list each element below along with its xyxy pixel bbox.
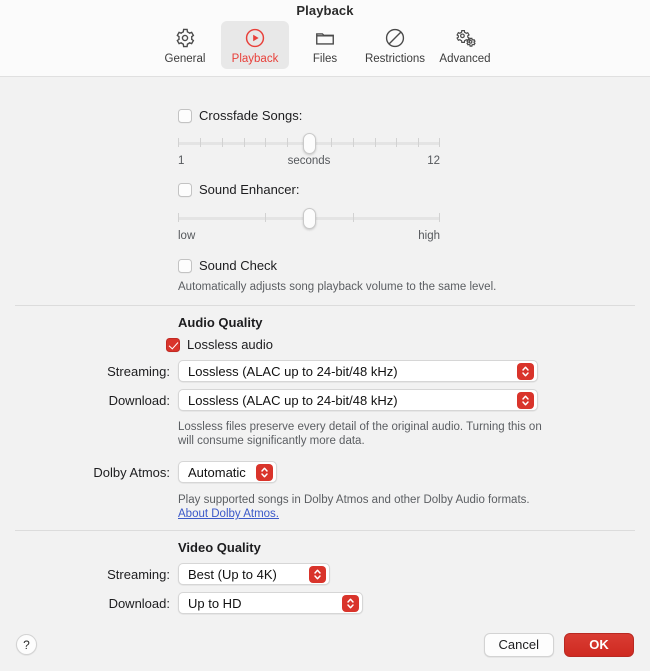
sound-check-checkbox-row[interactable]: Sound Check: [178, 258, 650, 273]
tab-files[interactable]: Files: [291, 21, 359, 69]
tab-restrictions[interactable]: Restrictions: [361, 21, 429, 69]
audio-quality-heading-row: Audio Quality: [0, 315, 650, 330]
sound-check-checkbox[interactable]: [178, 258, 192, 273]
audio-download-label: Download:: [108, 392, 170, 408]
lossless-audio-label: Lossless audio: [187, 337, 273, 352]
tab-advanced[interactable]: Advanced: [431, 21, 499, 69]
video-download-label: Download:: [108, 595, 170, 611]
crossfade-min-label: 1: [178, 155, 185, 167]
crossfade-unit-label: seconds: [287, 155, 331, 167]
crossfade-slider[interactable]: [178, 133, 440, 154]
sound-enhancer-checkbox[interactable]: [178, 182, 192, 197]
window-title: Playback: [296, 3, 354, 18]
about-dolby-atmos-link[interactable]: About Dolby Atmos.: [178, 508, 650, 520]
lossless-description-row: Lossless files preserve every detail of …: [0, 420, 650, 448]
video-streaming-label: Streaming:: [107, 566, 170, 582]
dolby-atmos-value: Automatic: [188, 464, 246, 480]
help-button[interactable]: ?: [16, 634, 37, 655]
folder-icon: [314, 25, 336, 51]
sound-enhancer-label: Sound Enhancer:: [199, 182, 300, 197]
tab-playback-label: Playback: [231, 53, 279, 65]
play-circle-icon: [244, 25, 266, 51]
sound-enhancer-slider-thumb[interactable]: [302, 208, 316, 229]
lossless-audio-checkbox-row[interactable]: Lossless audio: [166, 337, 650, 352]
dolby-atmos-row: Dolby Atmos: Automatic: [0, 461, 650, 483]
audio-streaming-popup[interactable]: Lossless (ALAC up to 24-bit/48 kHz): [178, 360, 538, 382]
dolby-atmos-description: Play supported songs in Dolby Atmos and …: [178, 494, 530, 506]
sound-enhancer-max-label: high: [418, 230, 440, 242]
audio-download-row: Download: Lossless (ALAC up to 24-bit/48…: [0, 389, 650, 411]
crossfade-checkbox[interactable]: [178, 108, 192, 123]
divider-audio-quality: [15, 305, 635, 306]
crossfade-slider-thumb[interactable]: [302, 133, 316, 154]
video-quality-heading-row: Video Quality: [0, 540, 650, 555]
video-download-value: Up to HD: [188, 595, 242, 611]
crossfade-slider-legend: 1 seconds 12: [178, 155, 440, 170]
dolby-atmos-label: Dolby Atmos:: [93, 464, 170, 480]
dialog-footer: ? Cancel OK: [0, 618, 650, 671]
sound-enhancer-slider[interactable]: [178, 208, 440, 229]
video-download-popup[interactable]: Up to HD: [178, 592, 363, 614]
ok-button[interactable]: OK: [564, 632, 634, 657]
audio-quality-heading: Audio Quality: [178, 315, 263, 330]
video-download-row: Download: Up to HD: [0, 592, 650, 614]
crossfade-checkbox-row[interactable]: Crossfade Songs:: [178, 108, 650, 123]
sound-enhancer-min-label: low: [178, 230, 196, 242]
toolbar-tab-list: General Playback Files Restrictions Adva…: [0, 21, 650, 69]
tab-restrictions-label: Restrictions: [364, 53, 426, 65]
video-streaming-row: Streaming: Best (Up to 4K): [0, 563, 650, 585]
chevron-updown-icon[interactable]: [342, 594, 359, 612]
chevron-updown-icon[interactable]: [517, 362, 534, 380]
sound-check-label: Sound Check: [199, 258, 278, 273]
video-streaming-popup[interactable]: Best (Up to 4K): [178, 563, 330, 585]
sound-enhancer-slider-legend: low high: [178, 230, 440, 245]
sound-enhancer-slider-row: low high: [0, 208, 650, 245]
video-quality-heading: Video Quality: [178, 540, 261, 555]
chevron-updown-icon[interactable]: [255, 463, 273, 481]
crossfade-slider-row: 1 seconds 12: [0, 133, 650, 170]
tab-advanced-label: Advanced: [439, 53, 491, 65]
lossless-audio-row: Lossless audio: [0, 337, 650, 352]
cancel-button[interactable]: Cancel: [483, 632, 554, 657]
sound-enhancer-row: Sound Enhancer:: [0, 182, 650, 197]
crossfade-row: Crossfade Songs:: [0, 108, 650, 123]
preferences-toolbar: Playback General Playback Files Restrict…: [0, 0, 650, 77]
audio-streaming-label: Streaming:: [107, 363, 170, 379]
audio-streaming-value: Lossless (ALAC up to 24-bit/48 kHz): [188, 363, 398, 379]
audio-download-popup[interactable]: Lossless (ALAC up to 24-bit/48 kHz): [178, 389, 538, 411]
audio-download-value: Lossless (ALAC up to 24-bit/48 kHz): [188, 392, 398, 408]
lossless-description: Lossless files preserve every detail of …: [178, 421, 542, 447]
tab-general[interactable]: General: [151, 21, 219, 69]
video-streaming-value: Best (Up to 4K): [188, 566, 277, 582]
lossless-audio-checkbox[interactable]: [166, 337, 180, 352]
gear-icon: [174, 25, 196, 51]
audio-streaming-row: Streaming: Lossless (ALAC up to 24-bit/4…: [0, 360, 650, 382]
tab-general-label: General: [164, 53, 206, 65]
sound-check-description: Automatically adjusts song playback volu…: [178, 281, 497, 293]
dolby-description-row: Play supported songs in Dolby Atmos and …: [0, 493, 650, 520]
tab-files-label: Files: [312, 53, 338, 65]
no-entry-icon: [384, 25, 406, 51]
divider-video-quality: [15, 530, 635, 531]
dolby-atmos-popup[interactable]: Automatic: [178, 461, 277, 483]
chevron-updown-icon[interactable]: [517, 391, 534, 409]
double-gear-icon: [453, 25, 477, 51]
sound-check-row: Sound Check Automatically adjusts song p…: [0, 258, 650, 294]
playback-settings-content: Crossfade Songs: 1 seconds 12 Sound Enha…: [0, 108, 650, 614]
sound-enhancer-checkbox-row[interactable]: Sound Enhancer:: [178, 182, 650, 197]
crossfade-label: Crossfade Songs:: [199, 108, 303, 123]
crossfade-max-label: 12: [427, 155, 440, 167]
tab-playback[interactable]: Playback: [221, 21, 289, 69]
chevron-updown-icon[interactable]: [309, 565, 326, 583]
